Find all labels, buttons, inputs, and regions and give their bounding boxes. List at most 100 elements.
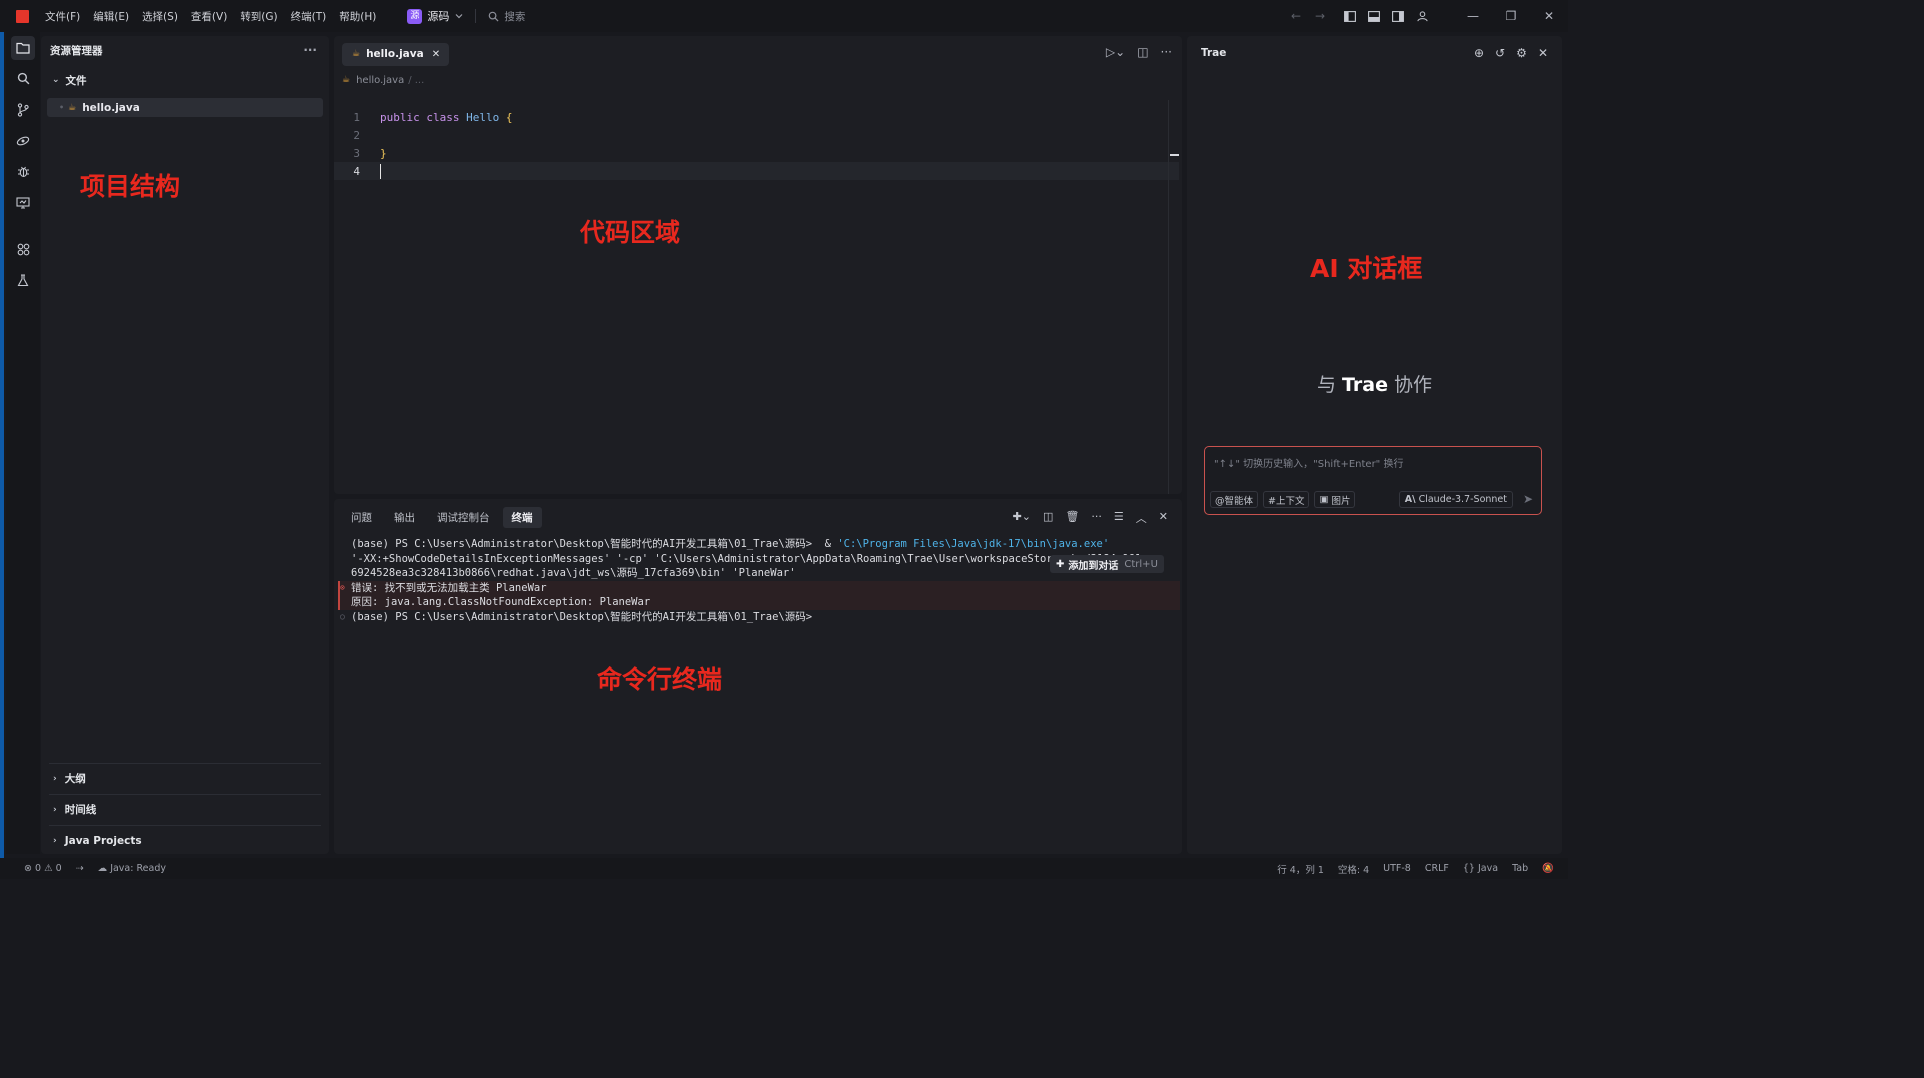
trash-icon[interactable]: 🗑: [1065, 510, 1079, 526]
menu-edit[interactable]: 编辑(E): [93, 11, 129, 23]
project-switcher[interactable]: 源 源码: [407, 8, 463, 24]
send-icon[interactable]: ➤: [1523, 492, 1533, 506]
tab-mode[interactable]: Tab: [1512, 863, 1528, 874]
tab-terminal[interactable]: 终端: [502, 506, 542, 528]
model-selector[interactable]: A\ Claude-3.7-Sonnet: [1398, 491, 1513, 508]
more-actions-icon[interactable]: ···: [1091, 510, 1102, 526]
menu-terminal[interactable]: 终端(T): [291, 11, 327, 23]
language-mode[interactable]: {} Java: [1463, 863, 1498, 874]
terminal-panel: 问题 输出 调试控制台 终端 ✚⌄ ◫ 🗑 ··· ☰ ︿ ✕ (base) P…: [334, 499, 1182, 854]
command-search[interactable]: 搜索: [488, 9, 525, 24]
activity-preview[interactable]: [6, 187, 40, 218]
prompt-text: (base) PS C:\Users\Administrator\Desktop…: [351, 610, 813, 623]
java-status[interactable]: ☁ Java: Ready: [98, 863, 166, 874]
notifications-icon[interactable]: 🔕: [1542, 863, 1554, 874]
gear-icon[interactable]: ⚙: [1516, 46, 1527, 60]
context-chip[interactable]: #上下文: [1263, 491, 1310, 508]
restore-icon[interactable]: ❐: [1492, 0, 1530, 32]
activity-testing[interactable]: [6, 265, 40, 296]
line-number: 1: [353, 110, 360, 124]
toggle-sidebar-icon[interactable]: [1338, 0, 1362, 32]
indentation[interactable]: 空格: 4: [1338, 862, 1369, 876]
section-java-projects[interactable]: › Java Projects: [49, 825, 321, 855]
code-line: 1 public class Hello {: [334, 108, 1179, 126]
tab-problems[interactable]: 问题: [342, 507, 381, 528]
agent-chip[interactable]: @智能体: [1210, 491, 1259, 508]
breadcrumb-file[interactable]: hello.java: [356, 75, 404, 86]
explorer-header: 资源管理器 ···: [41, 36, 329, 64]
remote-icon: [16, 136, 30, 145]
ai-panel-actions: ⊕ ↺ ⚙ ✕: [1474, 46, 1548, 60]
code-area[interactable]: 1 public class Hello { 2 3 } 4: [334, 108, 1179, 180]
toggle-ai-panel-icon[interactable]: [1386, 0, 1410, 32]
activity-remote[interactable]: [6, 125, 40, 156]
explorer-panel: 资源管理器 ··· ⌄ 文件 • ☕ hello.java › 大纲 › 时间线…: [41, 36, 329, 854]
settings-sliders-icon[interactable]: ☰: [1114, 510, 1124, 526]
close-tab-icon[interactable]: ✕: [432, 49, 440, 60]
more-actions-icon[interactable]: ···: [1161, 45, 1172, 59]
account-icon[interactable]: [1410, 0, 1434, 32]
maximize-panel-icon[interactable]: ︿: [1136, 510, 1147, 526]
activity-explorer[interactable]: [6, 32, 40, 63]
encoding[interactable]: UTF-8: [1383, 863, 1411, 874]
prompt-text: (base) PS C:\Users\Administrator\Desktop…: [351, 538, 838, 550]
section-label: 时间线: [64, 804, 97, 816]
cursor-position[interactable]: 行 4，列 1: [1277, 862, 1324, 876]
section-label: Java Projects: [64, 834, 142, 847]
menu-view[interactable]: 查看(V): [191, 11, 227, 23]
image-chip[interactable]: ▣ 图片: [1314, 491, 1356, 508]
split-editor-icon[interactable]: ◫: [1137, 45, 1148, 59]
back-arrow-icon[interactable]: ←: [1284, 0, 1308, 32]
editor-scrollbar[interactable]: [1168, 100, 1179, 494]
close-panel-icon[interactable]: ✕: [1159, 510, 1168, 526]
chevron-down-icon: [455, 14, 463, 19]
menu-go[interactable]: 转到(G): [240, 11, 277, 23]
line-ending[interactable]: CRLF: [1425, 863, 1449, 874]
folder-root[interactable]: ⌄ 文件: [41, 69, 329, 91]
problems-status[interactable]: ⊗ 0 ⚠ 0: [24, 863, 62, 874]
editor-tab-hello-java[interactable]: ☕ hello.java ✕: [342, 42, 450, 66]
menu-help[interactable]: 帮助(H): [339, 11, 376, 23]
split-terminal-icon[interactable]: ◫: [1043, 510, 1053, 526]
activity-search[interactable]: [6, 63, 40, 94]
close-icon[interactable]: ✕: [1538, 46, 1548, 60]
menu-selection[interactable]: 选择(S): [142, 11, 178, 23]
image-icon: ▣: [1319, 494, 1329, 505]
section-outline[interactable]: › 大纲: [49, 763, 321, 793]
menu-file[interactable]: 文件(F): [45, 11, 80, 23]
explorer-icon: [16, 42, 30, 54]
new-terminal-icon[interactable]: ✚⌄: [1013, 510, 1031, 526]
activity-debug[interactable]: [6, 156, 40, 187]
tab-label: hello.java: [366, 48, 424, 60]
section-timeline[interactable]: › 时间线: [49, 794, 321, 824]
terminal-line: ○ (base) PS C:\Users\Administrator\Deskto…: [334, 610, 1182, 625]
code-line-current: 4: [334, 162, 1179, 180]
forward-arrow-icon[interactable]: →: [1308, 0, 1332, 32]
search-icon: [17, 72, 29, 85]
language-label: Java: [1477, 863, 1499, 874]
tab-output[interactable]: 输出: [385, 507, 424, 528]
toggle-panel-icon[interactable]: [1362, 0, 1386, 32]
terminal-output[interactable]: (base) PS C:\Users\Administrator\Desktop…: [334, 537, 1182, 625]
testing-icon: [17, 274, 29, 287]
more-actions-icon[interactable]: ···: [303, 43, 317, 57]
model-name: Claude-3.7-Sonnet: [1418, 494, 1507, 505]
close-window-icon[interactable]: ✕: [1530, 0, 1568, 32]
new-chat-icon[interactable]: ⊕: [1474, 46, 1484, 60]
activity-source-control[interactable]: [6, 94, 40, 125]
file-label: hello.java: [82, 101, 140, 114]
history-icon[interactable]: ↺: [1495, 46, 1505, 60]
run-icon[interactable]: ▷⌄: [1106, 45, 1125, 59]
chat-input[interactable]: "↑↓" 切换历史输入，"Shift+Enter" 换行 @智能体 #上下文 ▣…: [1204, 446, 1542, 515]
add-to-chat-button[interactable]: ✚ 添加到对话 Ctrl+U: [1050, 555, 1164, 573]
extensions-icon: [17, 243, 29, 256]
explorer-title: 资源管理器: [50, 44, 103, 57]
ports-icon[interactable]: ⇢: [76, 863, 84, 874]
search-placeholder: 搜索: [504, 10, 526, 23]
file-item-hello-java[interactable]: • ☕ hello.java: [47, 98, 323, 117]
activity-extensions[interactable]: [6, 234, 40, 265]
minimize-icon[interactable]: —: [1454, 0, 1492, 32]
tab-debug-console[interactable]: 调试控制台: [428, 507, 499, 528]
chevron-down-icon: ⌄: [52, 75, 60, 85]
status-bar: ⊗ 0 ⚠ 0 ⇢ ☁ Java: Ready 行 4，列 1 空格: 4 UT…: [0, 858, 1568, 879]
